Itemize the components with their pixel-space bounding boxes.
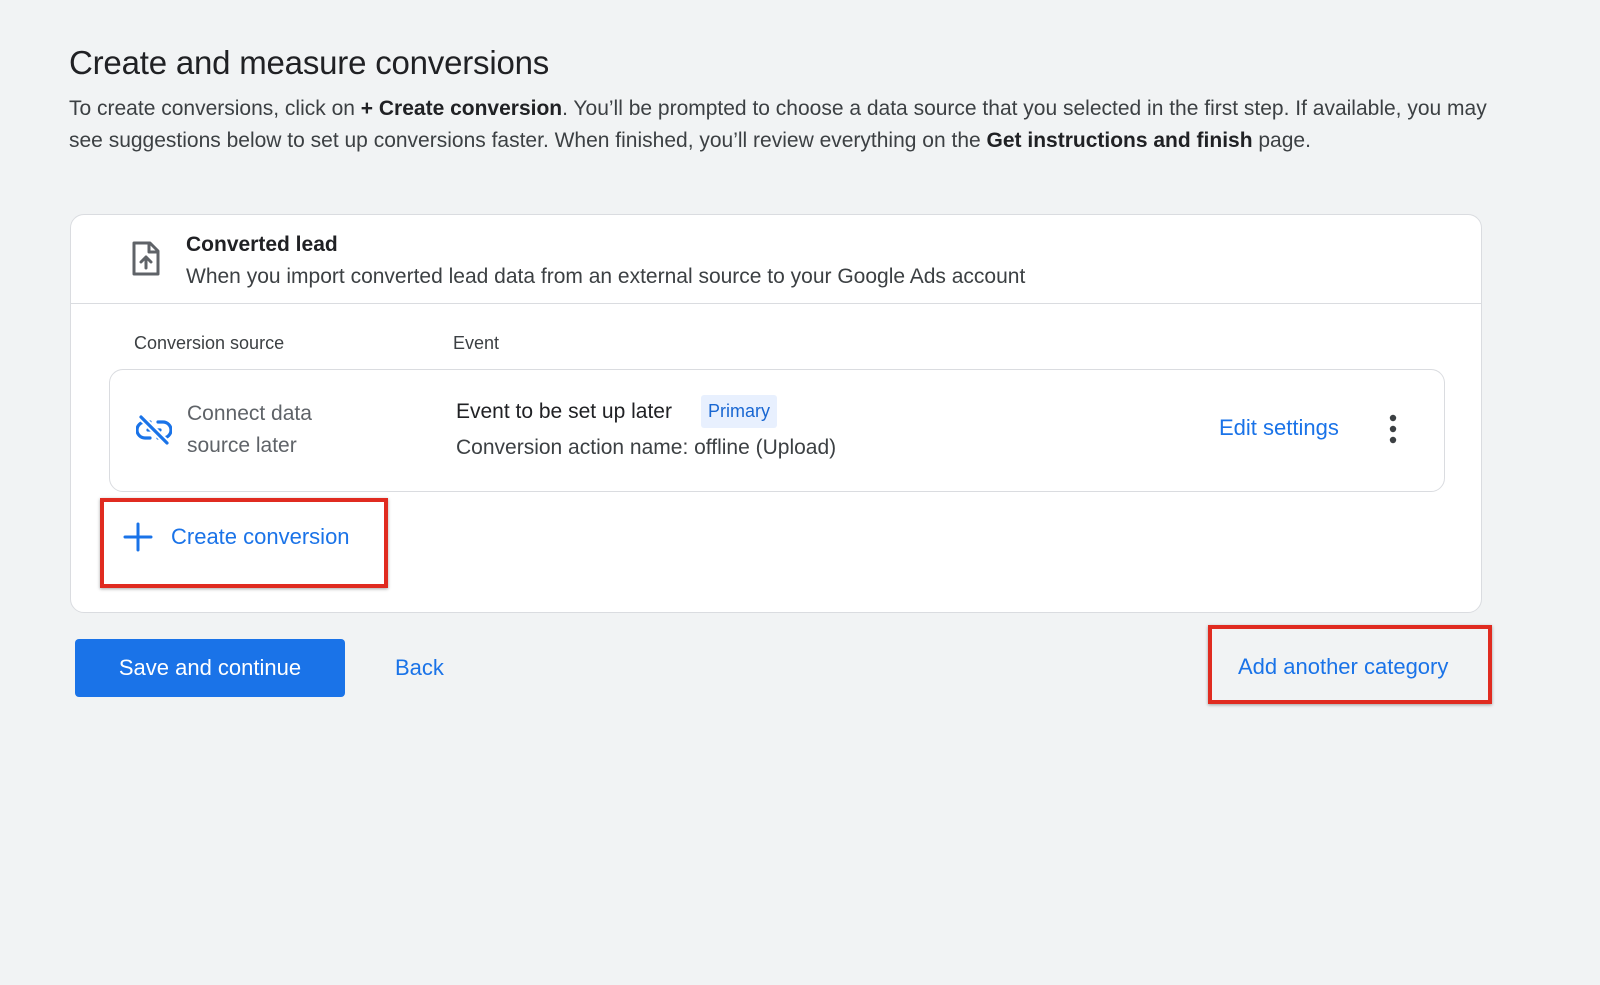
upload-file-icon	[132, 241, 160, 276]
page-description: To create conversions, click on + Create…	[69, 93, 1489, 157]
description-text: To create conversions, click on	[69, 97, 361, 120]
back-button[interactable]: Back	[395, 655, 444, 681]
category-title: Converted lead	[186, 233, 338, 256]
event-name: Event to be set up later	[456, 400, 672, 423]
save-and-continue-button[interactable]: Save and continue	[75, 639, 345, 697]
conversion-row: Connect data source later Event to be se…	[109, 369, 1445, 492]
highlight-box-create-conversion	[100, 498, 388, 588]
highlight-box-add-category	[1208, 625, 1492, 704]
page-title: Create and measure conversions	[69, 44, 550, 81]
source-label: Connect data source later	[187, 402, 312, 457]
category-subtitle: When you import converted lead data from…	[186, 265, 1026, 288]
description-bold-finish: Get instructions and finish	[986, 129, 1253, 152]
column-header-source: Conversion source	[134, 333, 285, 353]
column-header-event: Event	[453, 333, 500, 353]
page: Create and measure conversions To create…	[0, 0, 1600, 985]
conversion-action-name: Conversion action name: offline (Upload)	[456, 436, 837, 459]
description-text: page.	[1252, 129, 1311, 152]
primary-badge: Primary	[701, 395, 777, 428]
edit-settings-link[interactable]: Edit settings	[1219, 415, 1339, 441]
more-vert-icon[interactable]	[1388, 414, 1398, 444]
description-bold-create: + Create conversion	[360, 97, 563, 120]
link-off-icon	[136, 414, 172, 446]
category-header: Converted lead When you import converted…	[71, 215, 1481, 304]
